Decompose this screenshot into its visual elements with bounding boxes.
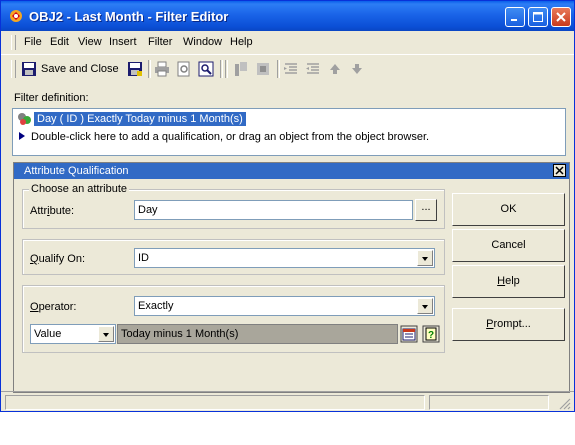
qualification-icon — [18, 113, 31, 125]
hint-text: Double-click here to add a qualification… — [31, 131, 430, 143]
save-and-close-button[interactable]: Save and Close — [41, 63, 119, 75]
toolbar-grip — [11, 60, 16, 78]
qualify-on-value: ID — [138, 252, 149, 264]
choose-attribute-title: Choose an attribute — [29, 183, 130, 195]
find-icon[interactable] — [198, 61, 214, 77]
qualify-on-label: Qualify On: — [30, 253, 86, 265]
svg-text:?: ? — [428, 330, 434, 341]
operator-select[interactable]: Exactly — [134, 296, 435, 316]
print-preview-icon[interactable] — [176, 61, 192, 77]
save-close-icon[interactable] — [21, 61, 37, 77]
move-down-icon[interactable] — [349, 61, 365, 77]
cancel-button[interactable]: Cancel — [452, 229, 565, 262]
resize-grip-icon[interactable] — [557, 396, 571, 410]
panel-close-button[interactable] — [553, 164, 566, 177]
menu-grip — [11, 35, 16, 50]
save-icon[interactable] — [127, 61, 143, 77]
arrow-right-icon — [19, 132, 25, 140]
ok-button[interactable]: OK — [452, 193, 565, 226]
operator-label: Operator: — [30, 301, 77, 313]
print-icon[interactable] — [154, 61, 170, 77]
chevron-down-icon[interactable] — [417, 298, 433, 314]
close-icon — [556, 12, 566, 22]
qualify-on-select[interactable]: ID — [134, 248, 435, 268]
filter-editor-window: OBJ2 - Last Month - Filter Editor File E… — [0, 0, 575, 412]
menu-file[interactable]: File — [24, 36, 42, 48]
status-pane-secondary — [429, 395, 549, 410]
menu-edit[interactable]: Edit — [50, 36, 69, 48]
prompt-button[interactable]: Prompt... — [452, 308, 565, 341]
browse-attribute-button[interactable]: ... — [415, 199, 437, 221]
calendar-icon[interactable] — [400, 325, 418, 343]
app-icon — [10, 10, 22, 22]
filter-definition-section: Filter definition: Day ( ID ) Exactly To… — [9, 88, 569, 158]
maximize-button[interactable] — [528, 7, 548, 27]
menu-bar: File Edit View Insert Filter Window Help — [1, 31, 574, 53]
value-type-select[interactable]: Value — [30, 324, 116, 344]
move-up-icon[interactable] — [327, 61, 343, 77]
close-icon — [555, 166, 564, 175]
toolbar: Save and Close — [1, 54, 574, 83]
panel-header: Attribute Qualification — [14, 163, 569, 179]
filter-definition-label: Filter definition: — [14, 92, 89, 104]
panel-title: Attribute Qualification — [24, 165, 129, 177]
metric-icon[interactable] — [255, 61, 271, 77]
choose-attribute-group: Choose an attribute Attribute: Day ... — [22, 183, 445, 229]
value-type-value: Value — [34, 328, 62, 340]
status-pane-main — [5, 395, 425, 410]
qualify-on-group: Qualify On: ID — [22, 239, 445, 275]
close-window-button[interactable] — [551, 7, 571, 27]
dynamic-date-icon[interactable]: ? — [422, 325, 440, 343]
minimize-button[interactable] — [505, 7, 525, 27]
window-title: OBJ2 - Last Month - Filter Editor — [29, 9, 229, 24]
status-bar — [1, 391, 574, 411]
menu-window[interactable]: Window — [183, 36, 222, 48]
title-bar[interactable]: OBJ2 - Last Month - Filter Editor — [1, 1, 574, 31]
qualification-text[interactable]: Day ( ID ) Exactly Today minus 1 Month(s… — [34, 112, 246, 126]
toolbar-separator — [225, 60, 228, 78]
chevron-down-icon[interactable] — [98, 326, 114, 342]
value-display[interactable]: Today minus 1 Month(s) — [117, 324, 398, 344]
menu-view[interactable]: View — [78, 36, 102, 48]
menu-help[interactable]: Help — [230, 36, 253, 48]
operator-value: Exactly — [138, 300, 174, 312]
toolbar-separator — [220, 60, 223, 78]
minimize-icon — [511, 19, 517, 21]
attribute-label: Attribute: — [30, 205, 75, 217]
filter-definition-box[interactable]: Day ( ID ) Exactly Today minus 1 Month(s… — [12, 108, 566, 156]
toolbar-separator — [148, 60, 151, 78]
chevron-down-icon[interactable] — [417, 250, 433, 266]
operator-group: Operator: Exactly Value Today minus 1 Mo… — [22, 285, 445, 353]
indent-icon[interactable] — [283, 61, 299, 77]
menu-filter[interactable]: Filter — [148, 36, 172, 48]
attribute-field[interactable]: Day — [134, 200, 413, 220]
attribute-icon[interactable] — [233, 61, 249, 77]
outdent-icon[interactable] — [305, 61, 321, 77]
menu-insert[interactable]: Insert — [109, 36, 137, 48]
maximize-icon — [533, 12, 543, 22]
toolbar-separator — [277, 60, 280, 78]
help-button[interactable]: Help — [452, 265, 565, 298]
attribute-qualification-panel: Attribute Qualification Choose an attrib… — [13, 162, 570, 393]
